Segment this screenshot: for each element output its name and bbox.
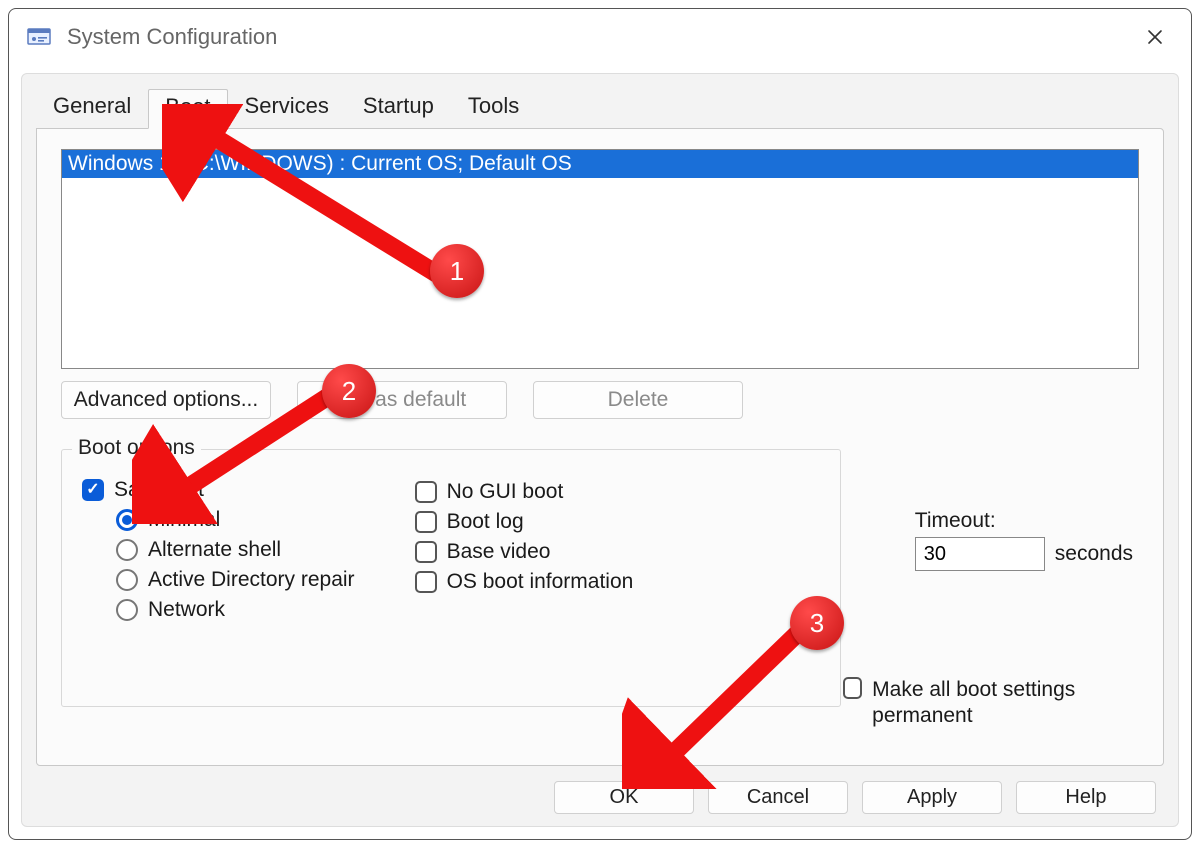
radio-icon (116, 599, 138, 621)
no-gui-boot-checkbox[interactable]: No GUI boot (415, 480, 634, 504)
checkbox-icon (843, 677, 862, 699)
close-icon (1147, 29, 1163, 45)
checkbox-icon (415, 481, 437, 503)
checkbox-icon (415, 571, 437, 593)
safe-boot-checkbox[interactable]: Safe boot (82, 478, 355, 502)
radio-icon (116, 539, 138, 561)
radio-alternate-shell[interactable]: Alternate shell (116, 538, 355, 562)
radio-minimal[interactable]: Minimal (116, 508, 355, 532)
checkbox-label: Base video (447, 540, 551, 564)
os-boot-info-checkbox[interactable]: OS boot information (415, 570, 634, 594)
os-list-entry[interactable]: Windows 11 (C:\WINDOWS) : Current OS; De… (62, 150, 1138, 178)
timeout-input[interactable] (915, 537, 1045, 571)
radio-icon (116, 569, 138, 591)
os-buttons-row: Advanced options... Set as default Delet… (61, 381, 1139, 419)
checkbox-label: No GUI boot (447, 480, 564, 504)
radio-label: Active Directory repair (148, 568, 355, 592)
tab-boot[interactable]: Boot (148, 89, 227, 129)
client-area: General Boot Services Startup Tools Wind… (21, 73, 1179, 827)
permanent-checkbox[interactable]: Make all boot settings permanent (843, 677, 1133, 730)
os-list[interactable]: Windows 11 (C:\WINDOWS) : Current OS; De… (61, 149, 1139, 369)
radio-ad-repair[interactable]: Active Directory repair (116, 568, 355, 592)
system-configuration-window: System Configuration General Boot Servic… (8, 8, 1192, 840)
close-button[interactable] (1135, 17, 1175, 57)
tab-services[interactable]: Services (228, 88, 346, 128)
annotation-callout-1: 1 (430, 244, 484, 298)
checkbox-icon (82, 479, 104, 501)
tab-general[interactable]: General (36, 88, 148, 128)
help-button[interactable]: Help (1016, 781, 1156, 814)
advanced-options-button[interactable]: Advanced options... (61, 381, 271, 419)
boot-log-checkbox[interactable]: Boot log (415, 510, 634, 534)
tab-strip: General Boot Services Startup Tools (36, 88, 536, 128)
checkbox-icon (415, 541, 437, 563)
cancel-button[interactable]: Cancel (708, 781, 848, 814)
dialog-buttons: OK Cancel Apply Help (554, 781, 1156, 814)
tab-startup[interactable]: Startup (346, 88, 451, 128)
delete-button[interactable]: Delete (533, 381, 743, 419)
msconfig-icon (25, 23, 53, 51)
col-left: Safe boot Minimal Alternate shell A (82, 472, 355, 628)
safe-boot-label: Safe boot (114, 478, 204, 502)
timeout-unit: seconds (1055, 542, 1133, 566)
boot-options-group: Boot options Safe boot Minimal (61, 449, 841, 707)
radio-label: Minimal (148, 508, 220, 532)
radio-icon (116, 509, 138, 531)
timeout-label: Timeout: (915, 509, 1133, 533)
apply-button[interactable]: Apply (862, 781, 1002, 814)
annotation-callout-3: 3 (790, 596, 844, 650)
base-video-checkbox[interactable]: Base video (415, 540, 634, 564)
checkbox-icon (415, 511, 437, 533)
timeout-block: Timeout: seconds (915, 509, 1133, 571)
window-title: System Configuration (67, 24, 277, 50)
radio-network[interactable]: Network (116, 598, 355, 622)
permanent-label: Make all boot settings permanent (872, 677, 1133, 730)
checkbox-label: OS boot information (447, 570, 634, 594)
annotation-callout-2: 2 (322, 364, 376, 418)
titlebar: System Configuration (9, 9, 1191, 65)
boot-options-legend: Boot options (72, 436, 201, 460)
boot-tab-page: Windows 11 (C:\WINDOWS) : Current OS; De… (36, 128, 1164, 766)
tab-tools[interactable]: Tools (451, 88, 536, 128)
ok-button[interactable]: OK (554, 781, 694, 814)
checkbox-label: Boot log (447, 510, 524, 534)
col-right: No GUI boot Boot log Base video OS (415, 472, 634, 628)
radio-label: Alternate shell (148, 538, 281, 562)
radio-label: Network (148, 598, 225, 622)
